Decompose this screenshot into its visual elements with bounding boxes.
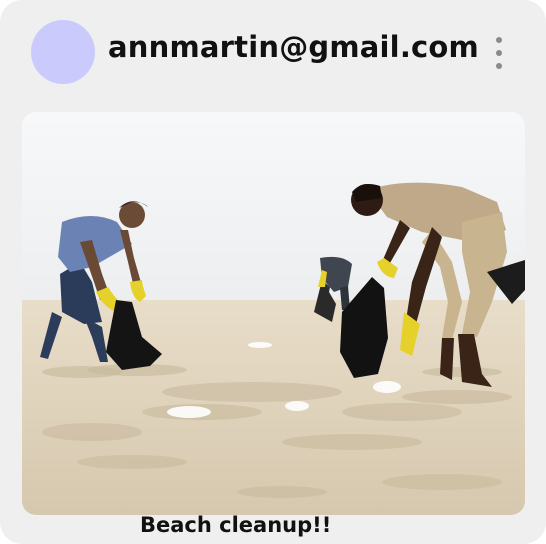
more-dot <box>496 63 502 69</box>
more-dot <box>496 37 502 43</box>
avatar[interactable] <box>31 20 95 84</box>
author-email[interactable]: annmartin@gmail.com <box>108 30 479 64</box>
more-options-icon[interactable] <box>488 34 510 72</box>
post-photo[interactable] <box>22 112 525 515</box>
post-card: annmartin@gmail.com Beach cleanup!! <box>0 0 546 544</box>
more-dot <box>496 50 502 56</box>
beach-cleanup-photo <box>22 112 525 515</box>
post-caption: Beach cleanup!! <box>140 513 332 537</box>
